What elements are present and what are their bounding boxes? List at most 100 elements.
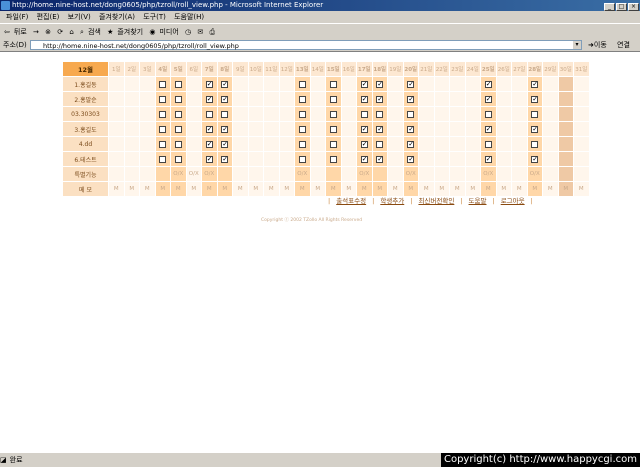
attendance-checkbox-checked[interactable] [205, 95, 213, 103]
attendance-checkbox-checked[interactable] [376, 155, 384, 163]
day-header[interactable]: 20일 [403, 62, 419, 77]
memo-mark[interactable]: M [573, 181, 590, 197]
attendance-checkbox-checked[interactable] [205, 125, 213, 133]
attendance-checkbox-checked[interactable] [407, 155, 415, 163]
memo-mark[interactable]: M [155, 181, 171, 197]
check-version-link[interactable]: 최신버전확인 [418, 197, 454, 205]
attendance-checkbox[interactable] [298, 110, 306, 118]
attendance-checkbox[interactable] [484, 140, 492, 148]
attendance-checkbox[interactable] [174, 110, 182, 118]
memo-mark[interactable]: M [542, 181, 559, 197]
day-header[interactable]: 2일 [124, 62, 140, 77]
attendance-checkbox-checked[interactable] [360, 95, 368, 103]
memo-mark[interactable]: M [124, 181, 140, 197]
attendance-checkbox-checked[interactable] [360, 125, 368, 133]
day-header[interactable]: 25일 [480, 62, 497, 77]
day-header[interactable]: 7일 [201, 62, 218, 77]
attendance-checkbox[interactable] [159, 110, 167, 118]
close-button[interactable]: × [628, 3, 639, 11]
memo-mark[interactable]: M [232, 181, 249, 197]
day-header[interactable]: 30일 [558, 62, 574, 77]
forward-button[interactable]: → [33, 28, 39, 36]
day-header[interactable]: 21일 [418, 62, 435, 77]
attendance-checkbox[interactable] [174, 155, 182, 163]
attendance-checkbox-checked[interactable] [360, 155, 368, 163]
day-header[interactable]: 16일 [341, 62, 357, 77]
day-header[interactable]: 15일 [325, 62, 342, 77]
attendance-checkbox-checked[interactable] [360, 80, 368, 88]
day-header[interactable]: 6일 [186, 62, 202, 77]
menu-help[interactable]: 도움말(H) [174, 13, 204, 21]
memo-mark[interactable]: M [558, 181, 574, 197]
attendance-checkbox[interactable] [298, 140, 306, 148]
special-ox-mark[interactable]: O/X [201, 166, 218, 182]
edit-roll-link[interactable]: 출석표수정 [336, 197, 366, 205]
student-name[interactable]: 3.홍길도 [63, 121, 109, 137]
special-ox-mark[interactable]: O/X [294, 166, 311, 182]
day-header[interactable]: 1일 [108, 62, 125, 77]
memo-mark[interactable]: M [248, 181, 264, 197]
attendance-checkbox[interactable] [174, 140, 182, 148]
attendance-checkbox-checked[interactable] [376, 80, 384, 88]
day-header[interactable]: 24일 [465, 62, 481, 77]
media-button[interactable]: 미디어 [159, 28, 178, 36]
attendance-checkbox[interactable] [298, 155, 306, 163]
attendance-checkbox-checked[interactable] [221, 140, 229, 148]
day-header[interactable]: 11일 [263, 62, 280, 77]
special-ox-mark[interactable]: O/X [480, 166, 497, 182]
attendance-checkbox-checked[interactable] [407, 125, 415, 133]
maximize-button[interactable]: □ [616, 3, 627, 11]
attendance-checkbox[interactable] [159, 95, 167, 103]
menu-file[interactable]: 파일(F) [6, 13, 28, 21]
menu-tools[interactable]: 도구(T) [143, 13, 166, 21]
go-button[interactable]: ➜이동 [588, 39, 607, 52]
add-student-link[interactable]: 학생추가 [380, 197, 404, 205]
attendance-checkbox-checked[interactable] [205, 155, 213, 163]
logout-link[interactable]: 로그아웃 [501, 197, 525, 205]
day-header[interactable]: 12일 [279, 62, 295, 77]
attendance-checkbox[interactable] [221, 110, 229, 118]
day-header[interactable]: 29일 [542, 62, 559, 77]
attendance-checkbox-checked[interactable] [376, 95, 384, 103]
attendance-checkbox-checked[interactable] [205, 140, 213, 148]
memo-mark[interactable]: M [279, 181, 295, 197]
day-header[interactable]: 5일 [170, 62, 187, 77]
day-header[interactable]: 19일 [387, 62, 404, 77]
student-name[interactable]: 4.dd [63, 136, 109, 152]
day-header[interactable]: 22일 [434, 62, 450, 77]
attendance-checkbox-checked[interactable] [221, 125, 229, 133]
back-button[interactable]: 뒤로 [14, 28, 27, 36]
stop-icon[interactable]: ⊗ [45, 28, 51, 36]
mail-icon[interactable]: ✉ [197, 28, 203, 36]
attendance-checkbox[interactable] [329, 125, 337, 133]
refresh-icon[interactable]: ⟳ [57, 28, 63, 36]
special-ox-mark[interactable]: O/X [170, 166, 187, 182]
attendance-checkbox-checked[interactable] [221, 80, 229, 88]
attendance-checkbox[interactable] [159, 80, 167, 88]
attendance-checkbox[interactable] [329, 95, 337, 103]
day-header[interactable]: 10일 [248, 62, 264, 77]
attendance-checkbox[interactable] [329, 80, 337, 88]
favorites-button[interactable]: 즐겨찾기 [117, 28, 143, 36]
help-link[interactable]: 도움말 [469, 197, 487, 205]
attendance-checkbox[interactable] [329, 155, 337, 163]
attendance-checkbox-checked[interactable] [531, 155, 539, 163]
day-header[interactable]: 8일 [217, 62, 233, 77]
attendance-checkbox[interactable] [205, 110, 213, 118]
student-name[interactable]: 1.홍길동 [63, 76, 109, 92]
day-header[interactable]: 27일 [511, 62, 528, 77]
chevron-down-icon[interactable]: ▾ [573, 41, 581, 49]
attendance-checkbox-checked[interactable] [407, 95, 415, 103]
attendance-checkbox[interactable] [376, 110, 384, 118]
attendance-checkbox[interactable] [531, 140, 539, 148]
attendance-checkbox-checked[interactable] [205, 80, 213, 88]
student-name[interactable]: 03.30303 [63, 106, 109, 122]
attendance-checkbox-checked[interactable] [407, 80, 415, 88]
attendance-checkbox-checked[interactable] [407, 140, 415, 148]
attendance-checkbox[interactable] [174, 125, 182, 133]
special-ox-mark[interactable]: O/X [403, 166, 419, 182]
attendance-checkbox[interactable] [298, 80, 306, 88]
attendance-checkbox[interactable] [298, 95, 306, 103]
attendance-checkbox[interactable] [298, 125, 306, 133]
attendance-checkbox[interactable] [484, 110, 492, 118]
